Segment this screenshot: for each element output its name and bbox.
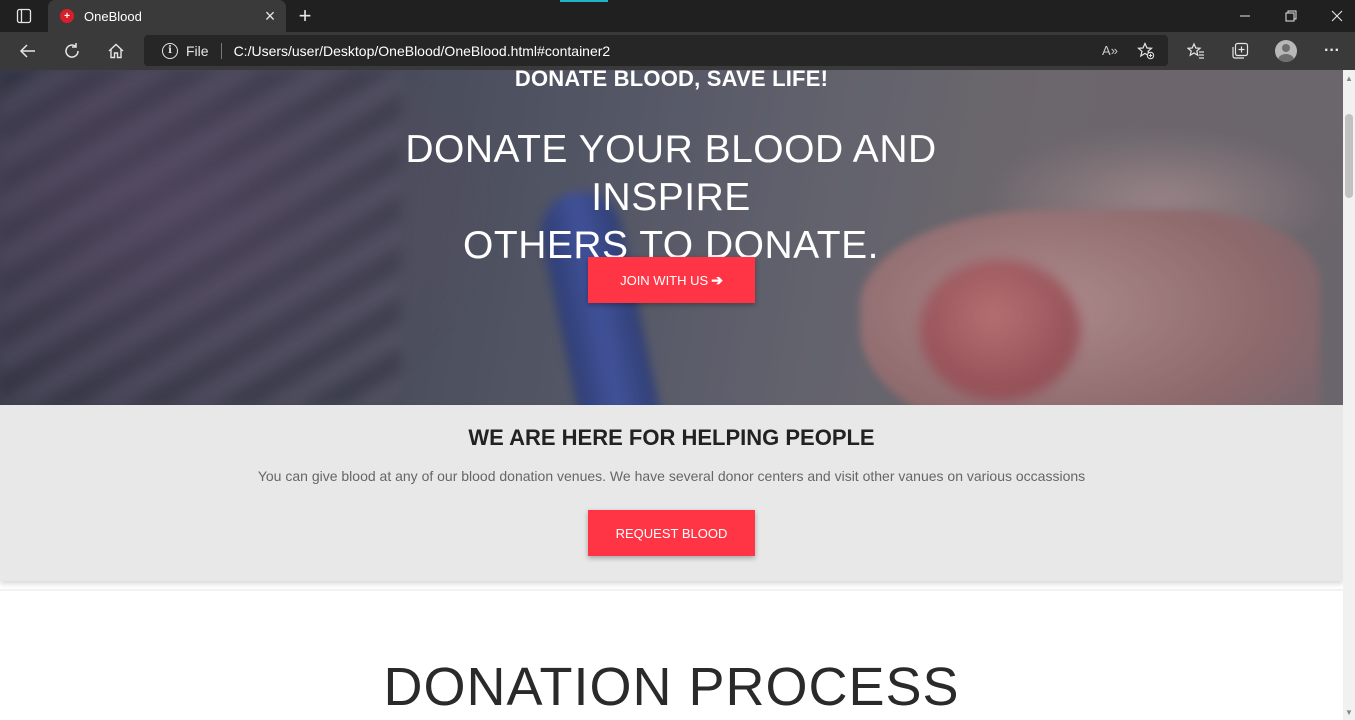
scroll-down-arrow-icon[interactable]: ▼	[1343, 706, 1355, 718]
helping-people-description: You can give blood at any of our blood d…	[257, 468, 1086, 484]
helping-people-title: WE ARE HERE FOR HELPING PEOPLE	[468, 425, 875, 450]
oneblood-favicon-icon: +	[60, 9, 74, 23]
hero-tagline: DONATE BLOOD, SAVE LIFE!	[514, 70, 829, 91]
add-favorite-icon[interactable]	[1132, 37, 1160, 65]
hero-section: DONATE BLOOD, SAVE LIFE! DONATE YOUR BLO…	[0, 70, 1343, 405]
tab-strip-accent	[560, 0, 608, 2]
restore-window-icon[interactable]	[1268, 4, 1314, 28]
join-with-us-label: JOIN WITH US	[620, 272, 709, 288]
page-viewport: DONATE BLOOD, SAVE LIFE! DONATE YOUR BLO…	[0, 70, 1343, 720]
read-aloud-icon[interactable]: A»	[1096, 37, 1124, 65]
hero-headline: DONATE YOUR BLOOD AND INSPIRE OTHERS TO …	[321, 126, 1021, 270]
more-icon[interactable]: ···	[1317, 37, 1347, 65]
address-bar[interactable]: i File C:/Users/user/Desktop/OneBlood/On…	[144, 35, 1168, 66]
profile-icon[interactable]	[1275, 40, 1297, 62]
page-scrollbar[interactable]: ▲ ▼	[1343, 70, 1355, 720]
helping-people-section: WE ARE HERE FOR HELPING PEOPLE You can g…	[0, 405, 1343, 581]
tab-strip: + OneBlood × +	[0, 0, 1355, 32]
url-text[interactable]: C:/Users/user/Desktop/OneBlood/OneBlood.…	[234, 43, 1096, 59]
hero-headline-line-1: DONATE YOUR BLOOD AND INSPIRE	[405, 128, 937, 219]
browser-tab-oneblood[interactable]: + OneBlood ×	[48, 0, 286, 32]
url-separator	[220, 42, 222, 59]
back-arrow-icon[interactable]	[14, 37, 42, 65]
arrow-right-icon: ➔	[711, 271, 723, 288]
site-info-icon[interactable]: i	[162, 42, 178, 59]
tab-title: OneBlood	[84, 8, 142, 24]
home-icon[interactable]	[102, 37, 130, 65]
donation-process-title: DONATION PROCESS	[383, 657, 960, 717]
scrollbar-thumb[interactable]	[1345, 114, 1353, 198]
tab-actions-icon[interactable]	[10, 5, 38, 27]
tab-close-icon[interactable]: ×	[258, 4, 282, 28]
address-toolbar: i File C:/Users/user/Desktop/OneBlood/On…	[0, 32, 1355, 70]
close-window-icon[interactable]	[1314, 4, 1355, 28]
url-scheme-label: File	[186, 42, 209, 59]
section-divider	[0, 589, 1343, 591]
favorites-icon[interactable]	[1181, 37, 1211, 65]
request-blood-button[interactable]: REQUEST BLOOD	[588, 510, 755, 556]
new-tab-icon[interactable]: +	[292, 3, 318, 28]
join-with-us-button[interactable]: JOIN WITH US ➔	[588, 257, 755, 303]
minimize-window-icon[interactable]	[1222, 4, 1268, 28]
scroll-up-arrow-icon[interactable]: ▲	[1343, 72, 1355, 84]
refresh-icon[interactable]	[58, 37, 86, 65]
collections-icon[interactable]	[1225, 37, 1255, 65]
